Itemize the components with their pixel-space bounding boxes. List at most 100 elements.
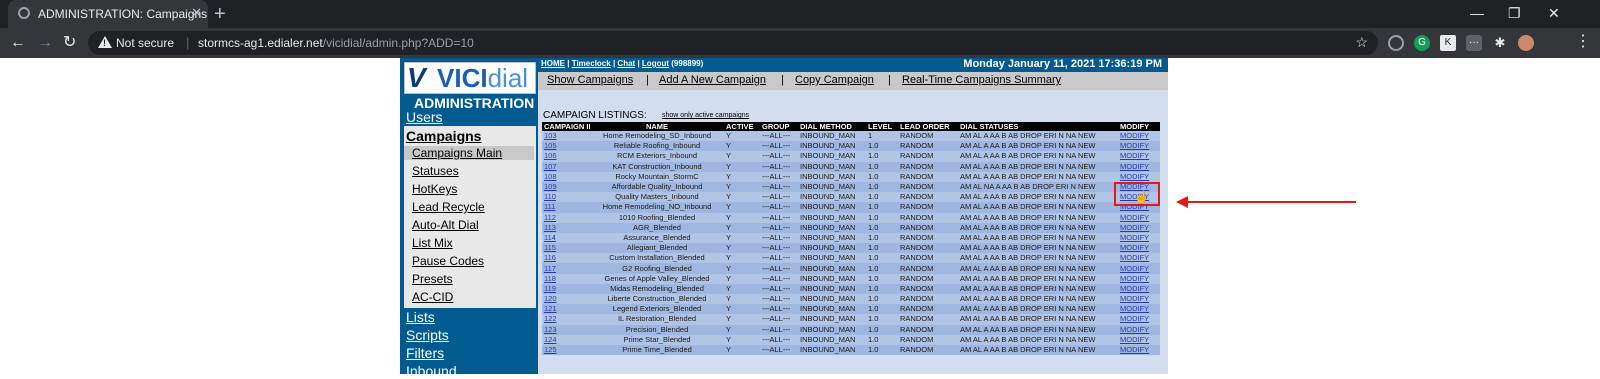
campaign-id-link[interactable]: 108 [542, 171, 590, 182]
modify-link[interactable]: MODIFY [1118, 131, 1160, 142]
profile-avatar[interactable] [1518, 35, 1534, 51]
table-row: 109 Affordable Quality_Inbound Y ---ALL--- I… [542, 181, 1160, 193]
timeclock-link[interactable]: Timeclock [572, 59, 611, 68]
dots-extension-icon[interactable]: ··· [1466, 35, 1482, 51]
forward-button[interactable]: → [37, 34, 53, 52]
restore-button[interactable]: ❐ [1508, 5, 1521, 22]
sidebar-sub-lead-recycle[interactable]: Lead Recycle [412, 200, 485, 214]
dial-method: INBOUND_MAN [798, 273, 866, 284]
browser-tab[interactable]: ADMINISTRATION: Campaigns ✕ [8, 0, 208, 28]
vicidial-logo[interactable]: V VICIdial [404, 62, 536, 94]
sidebar-sub-hotkeys[interactable]: HotKeys [412, 182, 457, 196]
campaign-id-link[interactable]: 105 [542, 141, 590, 152]
sidebar-item-inbound[interactable]: Inbound [406, 363, 457, 379]
modify-link[interactable]: MODIFY [1118, 344, 1160, 356]
modify-link[interactable]: MODIFY [1118, 334, 1160, 345]
reload-button[interactable]: ↻ [63, 34, 76, 52]
modify-link[interactable]: MODIFY [1118, 273, 1160, 284]
close-window-button[interactable]: ✕ [1548, 5, 1560, 22]
home-link[interactable]: HOME [541, 59, 565, 68]
modify-link[interactable]: MODIFY [1118, 161, 1160, 172]
dial-method: INBOUND_MAN [798, 202, 866, 213]
modify-link[interactable]: MODIFY [1118, 171, 1160, 182]
puzzle-extensions-icon[interactable]: ✱ [1492, 35, 1508, 51]
campaign-id-link[interactable]: 114 [542, 232, 590, 244]
modify-link[interactable]: MODIFY [1118, 151, 1160, 162]
logout-link[interactable]: Logout [642, 59, 669, 68]
sidebar-sub-ac-cid[interactable]: AC-CID [412, 290, 453, 304]
campaign-id-link[interactable]: 116 [542, 253, 590, 264]
k-extension-icon[interactable]: K [1440, 35, 1456, 51]
sidebar-sub-pause-codes[interactable]: Pause Codes [412, 254, 484, 268]
sidebar-sub-list-mix[interactable]: List Mix [412, 236, 453, 250]
sidebar-item-users[interactable]: Users [406, 109, 443, 125]
modify-link[interactable]: MODIFY [1118, 294, 1160, 305]
sidebar-sub-statuses[interactable]: Statuses [412, 164, 459, 178]
modify-link[interactable]: MODIFY [1118, 243, 1160, 254]
back-button[interactable]: ← [10, 34, 26, 52]
history-extension-icon[interactable] [1388, 35, 1404, 51]
sidebar-item-lists[interactable]: Lists [406, 309, 435, 325]
lead-order: RANDOM [898, 314, 958, 325]
add-campaign-link[interactable]: Add A New Campaign [659, 74, 766, 86]
lead-order: RANDOM [898, 232, 958, 244]
sidebar-sub-campaigns-main[interactable]: Campaigns Main [404, 146, 534, 160]
campaign-id-link[interactable]: 119 [542, 283, 590, 294]
campaign-id-link[interactable]: 118 [542, 273, 590, 284]
url-divider: | [186, 35, 190, 50]
col-group: GROUP [760, 122, 798, 131]
modify-link[interactable]: MODIFY [1118, 304, 1160, 315]
user-id: (998899) [671, 59, 704, 68]
copy-campaign-link[interactable]: Copy Campaign [795, 74, 874, 86]
dial-statuses: AM AL A AA B AB DROP ERI N NA NEW [958, 171, 1118, 182]
campaign-id-link[interactable]: 113 [542, 222, 590, 233]
chat-link[interactable]: Chat [617, 59, 635, 68]
sidebar-item-campaigns[interactable]: Campaigns [406, 128, 481, 144]
campaign-id-link[interactable]: 107 [542, 161, 590, 172]
modify-link[interactable]: MODIFY [1118, 212, 1160, 223]
modify-link[interactable]: MODIFY [1118, 324, 1160, 335]
campaign-id-link[interactable]: 103 [542, 131, 590, 142]
campaign-id-link[interactable]: 111 [542, 202, 590, 213]
campaign-id-link[interactable]: 112 [542, 212, 590, 223]
campaign-id-link[interactable]: 123 [542, 324, 590, 335]
bookmark-star-icon[interactable]: ☆ [1355, 34, 1368, 51]
sidebar-item-scripts[interactable]: Scripts [406, 327, 449, 343]
active-flag: Y [724, 314, 760, 325]
campaign-id-link[interactable]: 125 [542, 344, 590, 356]
modify-link[interactable]: MODIFY [1118, 222, 1160, 233]
show-active-link[interactable]: show only active campaigns [662, 112, 749, 119]
campaign-id-link[interactable]: 124 [542, 334, 590, 345]
close-tab-icon[interactable]: ✕ [191, 5, 202, 21]
realtime-summary-link[interactable]: Real-Time Campaigns Summary [902, 74, 1061, 86]
sidebar-sub-presets[interactable]: Presets [412, 272, 453, 286]
modify-link[interactable]: MODIFY [1118, 263, 1160, 274]
modify-link[interactable]: MODIFY [1118, 253, 1160, 264]
show-campaigns-link[interactable]: Show Campaigns [547, 74, 633, 86]
grammarly-extension-icon[interactable]: G [1414, 35, 1430, 51]
modify-link[interactable]: MODIFY [1118, 141, 1160, 152]
campaign-id-link[interactable]: 109 [542, 181, 590, 193]
modify-link[interactable]: MODIFY [1118, 314, 1160, 325]
campaign-id-link[interactable]: 121 [542, 304, 590, 315]
modify-link[interactable]: MODIFY [1118, 283, 1160, 294]
campaign-id-link[interactable]: 115 [542, 243, 590, 254]
new-tab-button[interactable]: + [214, 2, 226, 26]
campaign-id-link[interactable]: 106 [542, 151, 590, 162]
not-secure-label[interactable]: Not secure [116, 36, 174, 50]
minimize-button[interactable]: — [1470, 5, 1484, 21]
address-bar[interactable]: ! Not secure | stormcs-ag1.edialer.net/v… [88, 31, 1378, 55]
dial-method: INBOUND_MAN [798, 304, 866, 315]
campaign-id-link[interactable]: 117 [542, 263, 590, 274]
group: ---ALL--- [760, 131, 798, 142]
url-text[interactable]: stormcs-ag1.edialer.net/vicidial/admin.p… [198, 36, 474, 50]
campaign-id-link[interactable]: 122 [542, 314, 590, 325]
modify-link[interactable]: MODIFY [1118, 232, 1160, 244]
sidebar-item-filters[interactable]: Filters [406, 345, 444, 361]
group: ---ALL--- [760, 141, 798, 152]
dial-statuses: AM AL A AA B AB DROP ERI N NA NEW [958, 253, 1118, 264]
campaign-id-link[interactable]: 110 [542, 192, 590, 203]
sidebar-sub-auto-alt-dial[interactable]: Auto-Alt Dial [412, 218, 479, 232]
browser-menu-button[interactable]: ⋮ [1575, 33, 1591, 51]
campaign-id-link[interactable]: 120 [542, 294, 590, 305]
